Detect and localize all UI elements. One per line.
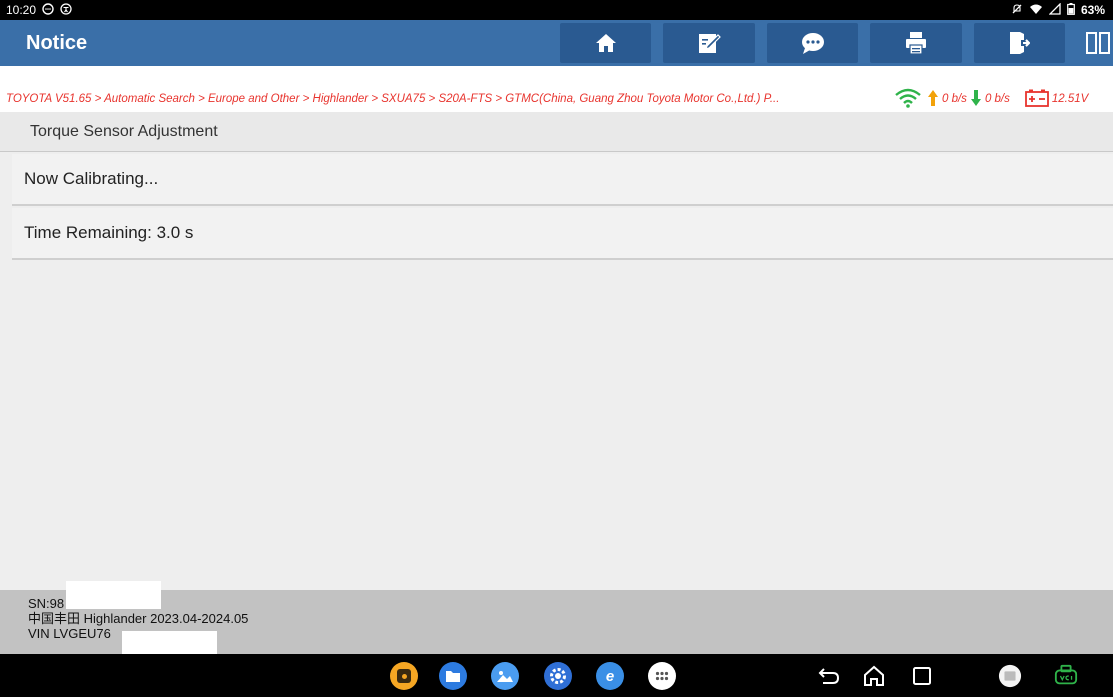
download-arrow-icon	[970, 89, 982, 110]
split-screen-button[interactable]	[1083, 23, 1113, 63]
wifi-status-icon	[1029, 3, 1043, 17]
print-icon	[905, 32, 926, 55]
calibrating-text: Now Calibrating...	[24, 169, 159, 188]
app-drawer-icon[interactable]	[648, 662, 676, 690]
download-speed: 0 b/s	[984, 93, 1010, 105]
message-notification-icon	[42, 3, 54, 17]
page-title: Notice	[26, 31, 88, 54]
browser-app-icon[interactable]: e	[596, 662, 624, 690]
status-row-calibrating: Now Calibrating...	[12, 154, 1113, 206]
upload-speed: 0 b/s	[942, 93, 967, 105]
back-icon[interactable]	[817, 664, 841, 688]
status-time: 10:20	[6, 3, 37, 17]
breadcrumb-bar: TOYOTA V51.65 > Automatic Search > Europ…	[0, 86, 1113, 112]
breadcrumb: TOYOTA V51.65 > Automatic Search > Europ…	[6, 93, 780, 105]
battery-icon	[1067, 3, 1075, 17]
battery-percent: 63%	[1080, 3, 1105, 17]
vehicle-model: 中国丰田 Highlander 2023.04-2024.05	[28, 611, 249, 626]
edit-note-icon	[699, 34, 721, 53]
chat-button[interactable]	[766, 23, 859, 63]
accessibility-notification-icon	[60, 3, 72, 17]
gallery-app-icon[interactable]	[491, 662, 519, 690]
upload-arrow-icon	[927, 89, 939, 110]
print-button[interactable]	[870, 23, 962, 63]
vci-icon[interactable]	[1054, 664, 1078, 688]
home-button[interactable]	[559, 23, 652, 63]
split-screen-icon	[1086, 32, 1111, 54]
recents-icon[interactable]	[910, 664, 934, 688]
screenshot-icon[interactable]	[998, 664, 1022, 688]
car-battery-icon	[1024, 89, 1049, 110]
status-bar: 10:20 63%	[0, 0, 1113, 20]
edit-note-button[interactable]	[663, 23, 755, 63]
time-remaining-text: Time Remaining: 3.0 s	[24, 223, 194, 242]
signal-icon	[1048, 2, 1061, 17]
home-icon	[595, 34, 616, 52]
status-row-time-remaining: Time Remaining: 3.0 s	[12, 208, 1113, 260]
exit-button[interactable]	[973, 23, 1066, 63]
section-title: Torque Sensor Adjustment	[0, 112, 1113, 152]
diagnostic-app-icon[interactable]	[390, 662, 418, 690]
serial-redaction	[66, 581, 161, 609]
mute-icon	[1011, 3, 1023, 17]
connection-stats: 0 b/s 0 b/s 12.51V	[894, 88, 1088, 111]
battery-voltage: 12.51V	[1051, 93, 1089, 105]
home-nav-icon[interactable]	[862, 664, 886, 688]
files-app-icon[interactable]	[439, 662, 467, 690]
serial-number: SN:98	[28, 596, 65, 611]
wifi-icon	[894, 88, 922, 111]
chat-icon	[801, 33, 824, 54]
title-bar: Notice	[0, 20, 1113, 66]
exit-icon	[1010, 32, 1031, 54]
navigation-bar: e	[0, 654, 1113, 697]
settings-app-icon[interactable]	[544, 662, 572, 690]
